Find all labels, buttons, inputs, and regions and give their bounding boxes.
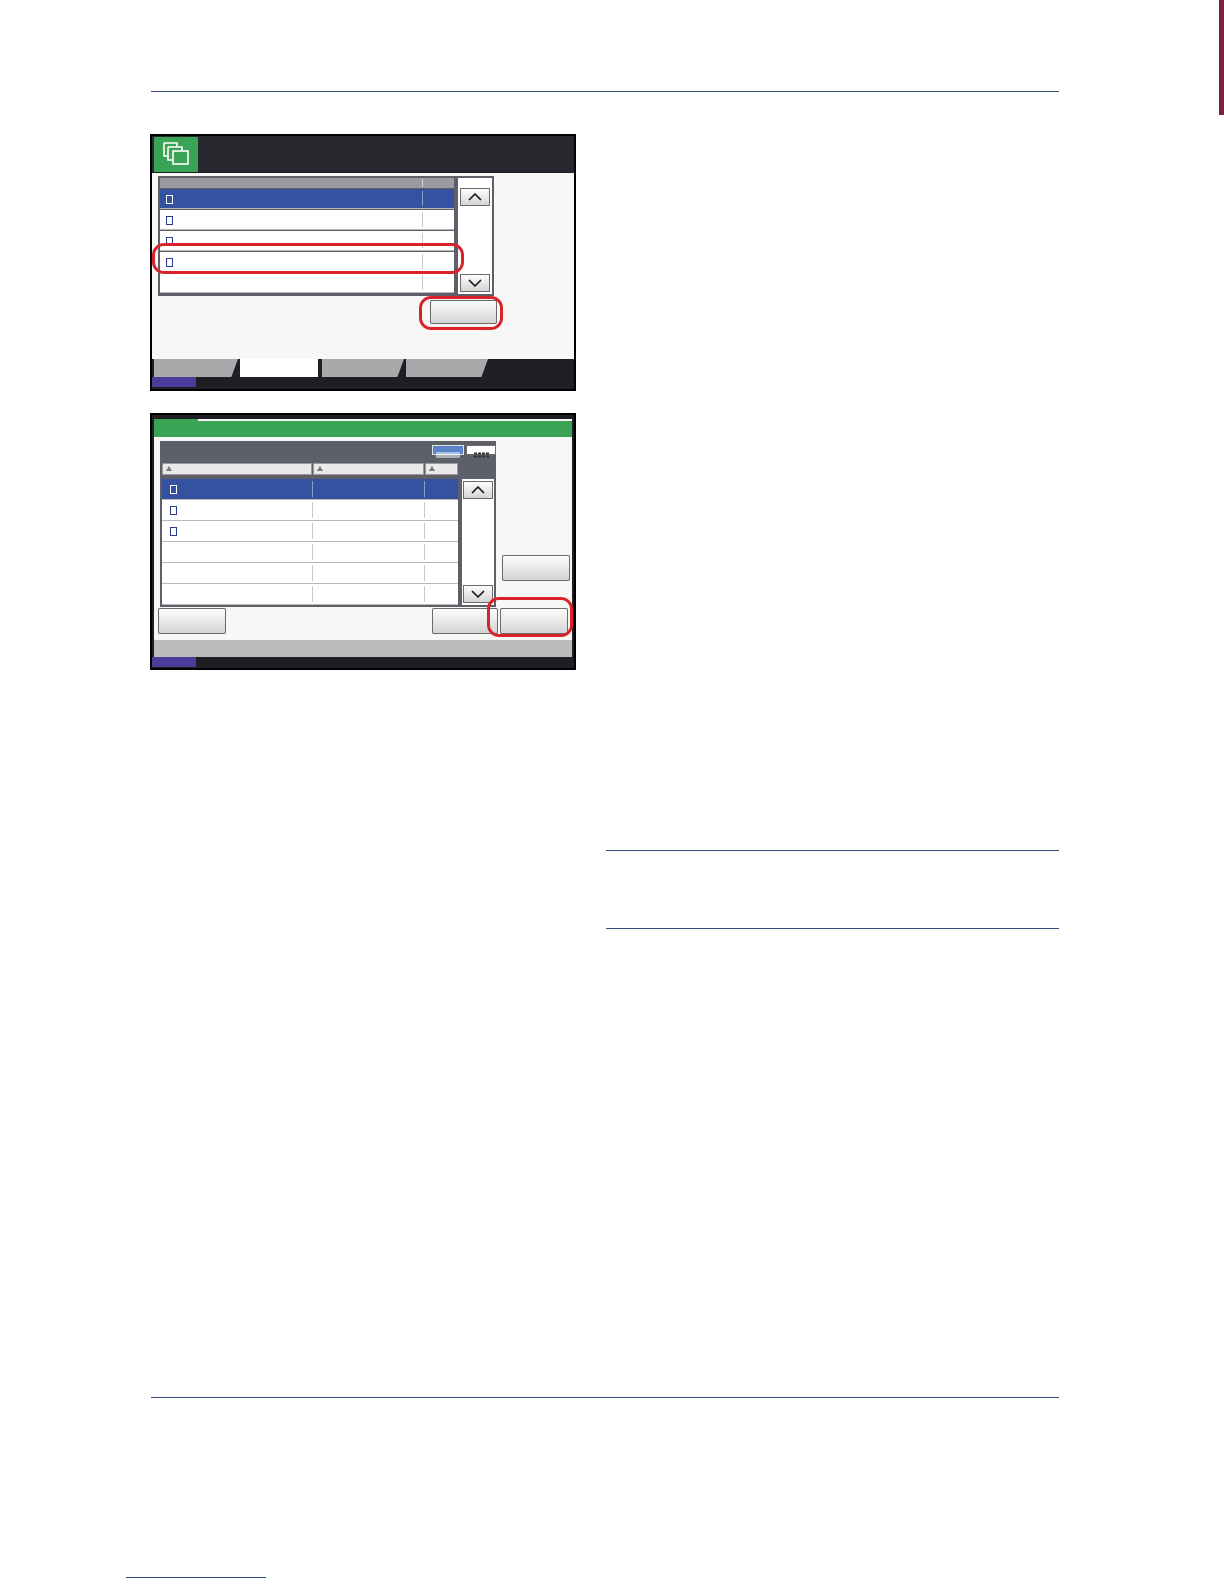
table-row[interactable] xyxy=(162,563,458,584)
box-icon xyxy=(166,237,173,246)
document-icon xyxy=(170,527,177,536)
table-row[interactable] xyxy=(162,542,458,563)
chevron-down-icon xyxy=(471,590,485,598)
column-header-date[interactable] xyxy=(313,463,424,475)
grid-view-icon xyxy=(474,452,489,458)
list-item[interactable] xyxy=(160,210,454,230)
chapter-edge-bar xyxy=(1219,0,1224,115)
scrollbar[interactable] xyxy=(462,479,494,605)
header-rule xyxy=(151,91,1059,92)
box-list-area xyxy=(152,173,574,359)
document-icon xyxy=(170,485,177,494)
document-icon xyxy=(170,506,177,515)
box-list xyxy=(158,176,494,296)
tab-1[interactable] xyxy=(154,359,238,377)
sort-icon xyxy=(317,466,323,471)
note-rule-bottom xyxy=(606,928,1059,929)
scroll-up-button[interactable] xyxy=(463,481,493,499)
tab-bar xyxy=(152,359,574,389)
document-list xyxy=(160,441,496,607)
screenshot-document-box xyxy=(150,134,576,391)
table-row[interactable] xyxy=(162,584,458,605)
table-row[interactable] xyxy=(162,521,458,542)
sort-icon xyxy=(166,466,172,471)
list-view-icon xyxy=(436,452,460,458)
side-action-button[interactable] xyxy=(502,555,570,581)
title-bar xyxy=(152,136,574,172)
chevron-up-icon xyxy=(471,486,485,494)
tab-3[interactable] xyxy=(322,359,404,377)
table-row[interactable] xyxy=(162,500,458,521)
tab-2[interactable] xyxy=(240,359,318,377)
chevron-down-icon xyxy=(468,279,482,287)
open-button[interactable] xyxy=(430,300,497,324)
table-row[interactable] xyxy=(162,479,458,500)
list-item[interactable] xyxy=(160,252,454,272)
list-item[interactable] xyxy=(160,189,454,209)
box-icon xyxy=(166,216,173,225)
title-bar xyxy=(154,421,572,437)
middle-action-button[interactable] xyxy=(432,608,498,634)
scrollbar[interactable] xyxy=(458,178,492,294)
column-header-name[interactable] xyxy=(162,463,312,475)
status-indicator xyxy=(152,657,196,667)
title-accent xyxy=(154,419,198,424)
chevron-up-icon xyxy=(468,193,482,201)
footer-rule xyxy=(151,1397,1059,1398)
confirm-button[interactable] xyxy=(500,608,568,634)
list-item[interactable] xyxy=(160,273,454,293)
list-header xyxy=(160,178,454,188)
box-icon xyxy=(166,258,173,267)
footer-bar xyxy=(154,640,572,657)
thumbnail-view-button[interactable] xyxy=(466,445,496,458)
scroll-up-button[interactable] xyxy=(460,188,490,206)
sort-icon xyxy=(429,466,435,471)
left-action-button[interactable] xyxy=(158,608,226,634)
scroll-down-button[interactable] xyxy=(460,274,490,292)
scroll-down-button[interactable] xyxy=(463,585,493,603)
document-box-icon xyxy=(154,137,198,172)
list-view-button[interactable] xyxy=(432,445,464,458)
column-header-size[interactable] xyxy=(425,463,458,475)
box-icon xyxy=(166,195,173,204)
screenshot-document-list xyxy=(150,413,576,670)
note-rule-top xyxy=(606,850,1059,851)
list-item[interactable] xyxy=(160,231,454,251)
status-indicator xyxy=(152,377,196,387)
document-list-panel xyxy=(154,419,572,657)
tab-4[interactable] xyxy=(406,359,488,377)
footer-link-underline xyxy=(126,1577,266,1578)
